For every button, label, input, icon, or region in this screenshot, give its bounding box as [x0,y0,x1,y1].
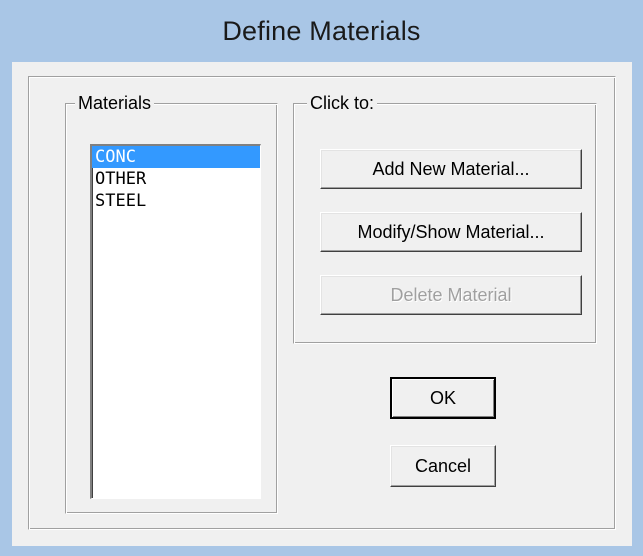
delete-material-button: Delete Material [320,275,582,315]
define-materials-window: Define Materials Materials CONC OTHER ST… [0,0,643,556]
material-item-steel[interactable]: STEEL [92,190,260,212]
materials-group-label: Materials [75,92,155,114]
modify-show-material-button[interactable]: Modify/Show Material... [320,212,582,252]
click-to-group: Click to: Add New Material... Modify/Sho… [293,92,597,344]
material-item-conc[interactable]: CONC [92,146,260,168]
window-title: Define Materials [222,15,421,46]
ok-button[interactable]: OK [390,377,496,419]
click-to-group-label: Click to: [307,92,378,114]
materials-group: Materials CONC OTHER STEEL [65,92,278,514]
material-item-other[interactable]: OTHER [92,168,260,190]
materials-listbox[interactable]: CONC OTHER STEEL [90,144,261,499]
cancel-button[interactable]: Cancel [390,445,496,487]
add-new-material-button[interactable]: Add New Material... [320,149,582,189]
dialog-client-area: Materials CONC OTHER STEEL Click to: Add… [12,62,632,546]
